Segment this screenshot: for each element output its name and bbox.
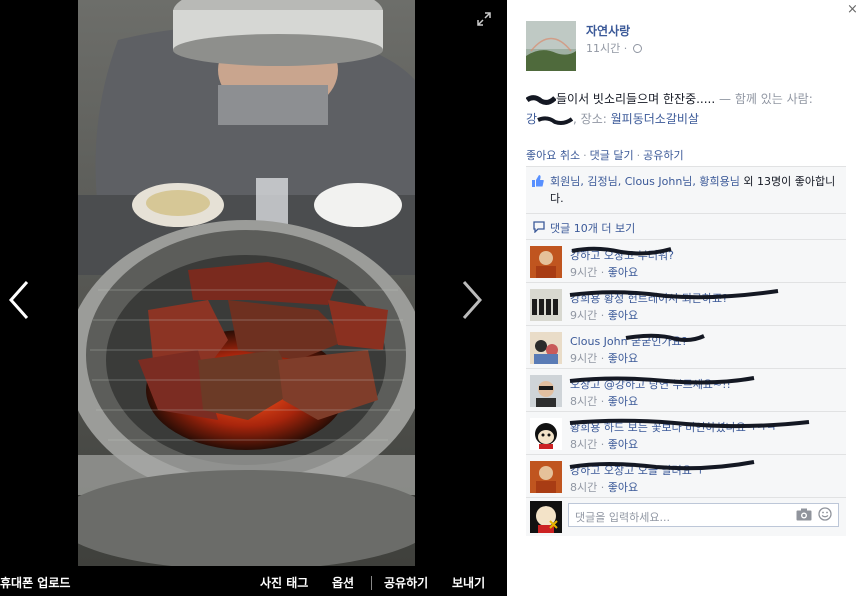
photo-stage: 휴대폰 업로드 사진 태그 옵션 공유하기 보내기 xyxy=(0,0,507,596)
likers-list[interactable]: 회원님, 김정님, Clous John님, 황희용님 xyxy=(550,175,740,188)
close-icon[interactable]: × xyxy=(847,2,858,17)
commenter-avatar[interactable] xyxy=(530,375,562,407)
comment-time: 9시간 xyxy=(570,309,598,322)
viewer-avatar xyxy=(530,501,562,533)
likes-summary: 회원님, 김정님, Clous John님, 황희용님 외 13명이 좋아합니다… xyxy=(526,167,846,214)
prev-photo-button[interactable] xyxy=(5,278,35,322)
next-photo-button[interactable] xyxy=(456,278,486,322)
share-button[interactable]: 공유하기 xyxy=(384,574,428,591)
place-prefix: , 장소: xyxy=(573,112,607,126)
comment-time: 8시간 xyxy=(570,395,598,408)
redaction-scribble xyxy=(526,94,556,105)
with-label: — 함께 있는 사람: xyxy=(719,92,813,106)
grill-photo xyxy=(78,0,415,566)
divider xyxy=(371,576,372,590)
chevron-left-icon xyxy=(8,281,29,319)
reply-composer: 댓글을 입력하세요... xyxy=(526,498,846,536)
comment-item: 강희용 황정 헌트레이시 퇴근하죠? 9시간 · 좋아요 xyxy=(526,283,846,326)
separator-dot: · xyxy=(583,149,587,162)
tagged-friend-link[interactable]: 강 xyxy=(526,112,537,126)
page-avatar[interactable] xyxy=(526,21,576,71)
smiley-icon[interactable] xyxy=(818,507,832,521)
post-panel: × 자연사랑 11시간 · 들이서 빗소리들으며 한잔중..... — 함께 있… xyxy=(507,0,861,596)
comment-bubble-icon xyxy=(533,221,545,233)
comment-like-button[interactable]: 좋아요 xyxy=(608,266,638,279)
redaction-scribble xyxy=(569,418,810,429)
commenter-avatar[interactable] xyxy=(530,246,562,278)
more-comments-label: 댓글 10개 더 보기 xyxy=(550,222,636,235)
comment-item: 오창고 @강하고 당연 부르세요~!! 8시간 · 좋아요 xyxy=(526,369,846,412)
comment-like-button[interactable]: 좋아요 xyxy=(608,309,638,322)
expand-icon xyxy=(477,12,491,26)
redaction-scribble xyxy=(569,289,779,300)
post-timestamp: 11시간 · xyxy=(586,40,642,56)
commenter-avatar[interactable] xyxy=(530,289,562,321)
post-actions: 좋아요 취소 · 댓글 달기 · 공유하기 xyxy=(526,147,684,163)
redaction-scribble xyxy=(571,246,672,256)
comment-like-button[interactable]: 좋아요 xyxy=(608,481,638,494)
unlike-button[interactable]: 좋아요 취소 xyxy=(526,149,580,162)
comment-item: 강하고 오창고 오늘 달려요 ㅜ 8시간 · 좋아요 xyxy=(526,455,846,498)
post-time-text: 11시간 · xyxy=(586,42,628,55)
comment-meta: 8시간 · 좋아요 xyxy=(570,438,639,451)
view-more-comments-link[interactable]: 댓글 10개 더 보기 xyxy=(526,214,846,240)
options-button[interactable]: 옵션 xyxy=(332,574,354,591)
page-name-link[interactable]: 자연사랑 xyxy=(586,22,630,39)
commenter-avatar[interactable] xyxy=(530,418,562,450)
redaction-scribble xyxy=(625,333,705,342)
feedback-section: 회원님, 김정님, Clous John님, 황희용님 외 13명이 좋아합니다… xyxy=(526,166,846,536)
redaction-scribble xyxy=(569,460,755,471)
tag-photo-button[interactable]: 사진 태그 xyxy=(260,574,308,591)
comment-item: Clous John 굳굳인가요? 9시간 · 좋아요 xyxy=(526,326,846,369)
post-message: 들이서 빗소리들으며 한잔중..... — 함께 있는 사람: 강 , 장소: … xyxy=(526,89,826,129)
comment-time: 9시간 xyxy=(570,266,598,279)
comment-meta: 8시간 · 좋아요 xyxy=(570,481,639,494)
redaction-scribble xyxy=(537,115,574,125)
comment-button[interactable]: 댓글 달기 xyxy=(590,149,634,162)
comment-like-button[interactable]: 좋아요 xyxy=(608,352,638,365)
share-link[interactable]: 공유하기 xyxy=(643,149,683,162)
comment-meta: 9시간 · 좋아요 xyxy=(570,309,639,322)
comment-meta: 8시간 · 좋아요 xyxy=(570,395,639,408)
separator-dot: · xyxy=(636,149,641,162)
mobile-upload-label: 휴대폰 업로드 xyxy=(0,576,71,590)
send-button[interactable]: 보내기 xyxy=(452,574,485,591)
chevron-right-icon xyxy=(462,281,483,319)
thumbs-up-icon xyxy=(532,175,544,187)
photo-bottom-bar: 휴대폰 업로드 사진 태그 옵션 공유하기 보내기 xyxy=(0,568,507,596)
expand-button[interactable] xyxy=(477,12,491,26)
globe-icon xyxy=(632,44,642,53)
comment-time: 8시간 xyxy=(570,438,598,451)
place-link[interactable]: 월피동더소갈비살 xyxy=(611,112,699,126)
post-text-main: 들이서 빗소리들으며 한잔중..... xyxy=(556,92,716,106)
commenter-avatar[interactable] xyxy=(530,461,562,493)
comment-meta: 9시간 · 좋아요 xyxy=(570,266,639,279)
comment-item: 강하고 오창고 부러워? 9시간 · 좋아요 xyxy=(526,240,846,283)
commenter-avatar[interactable] xyxy=(530,332,562,364)
comment-meta: 9시간 · 좋아요 xyxy=(570,352,639,365)
comment-time: 8시간 xyxy=(570,481,598,494)
comment-like-button[interactable]: 좋아요 xyxy=(608,395,638,408)
comment-time: 9시간 xyxy=(570,352,598,365)
redaction-scribble xyxy=(569,376,755,385)
comment-item: 황희용 하드 보는 꽃보다 비인하셨나요ㅋㅋㅋ 8시간 · 좋아요 xyxy=(526,412,846,455)
comment-like-button[interactable]: 좋아요 xyxy=(608,438,638,451)
camera-icon[interactable] xyxy=(796,508,812,521)
